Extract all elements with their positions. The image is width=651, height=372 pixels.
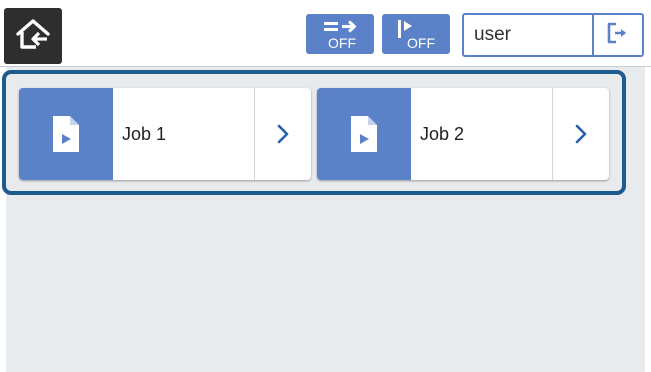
continuous-scan-status: OFF (328, 35, 356, 51)
skip-blank-off-icon: OFF (398, 20, 435, 51)
screen: OFF OFF user Job 1 Job 2 (0, 0, 651, 372)
skip-blank-toggle[interactable]: OFF (382, 14, 450, 54)
home-icon (14, 17, 52, 56)
job-card-1[interactable]: Job 1 (19, 88, 311, 180)
jobs-selection-frame: Job 1 Job 2 (2, 70, 626, 195)
job-card-2[interactable]: Job 2 (317, 88, 609, 180)
document-play-icon (351, 116, 377, 152)
job-1-label: Job 1 (122, 123, 167, 144)
job-1-icon-area (19, 88, 113, 180)
document-play-icon (53, 116, 79, 152)
job-1-chevron[interactable] (254, 88, 311, 180)
home-button[interactable] (4, 8, 62, 64)
skip-blank-status: OFF (407, 35, 435, 51)
chevron-right-icon (277, 124, 289, 144)
job-2-icon-area (317, 88, 411, 180)
user-box: user (462, 13, 644, 57)
continuous-scan-toggle[interactable]: OFF (306, 14, 374, 54)
user-name: user (474, 24, 511, 45)
job-2-label: Job 2 (420, 123, 465, 144)
job-2-chevron[interactable] (552, 88, 609, 180)
logout-button[interactable] (592, 15, 642, 55)
chevron-right-icon (575, 124, 587, 144)
logout-icon (606, 21, 630, 50)
continuous-scan-off-icon: OFF (324, 20, 356, 51)
